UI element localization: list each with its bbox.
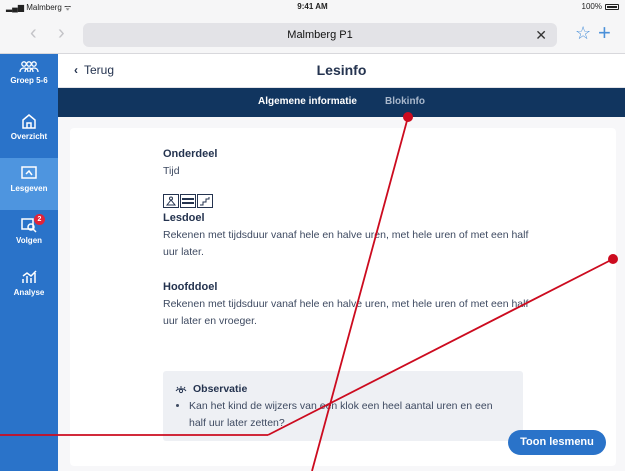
board-icon <box>21 166 37 179</box>
onderdeel-heading: Onderdeel <box>163 148 218 160</box>
group-icon <box>19 61 39 73</box>
observatie-box: Observatie Kan het kind de wijzers van e… <box>163 371 523 441</box>
star-icon[interactable]: ☆ <box>575 23 591 44</box>
tab-bar: Algemene informatie Blokinfo <box>58 88 625 117</box>
sidebar-item-volgen[interactable]: 2 Volgen <box>0 210 58 262</box>
sidebar-item-label: Lesgeven <box>10 184 48 193</box>
address-text: Malmberg P1 <box>287 29 353 41</box>
page-title: Lesinfo <box>316 62 367 78</box>
hoofddoel-heading: Hoofddoel <box>163 281 218 293</box>
notification-badge: 2 <box>34 214 45 225</box>
lesinfo-content: Onderdeel Tijd Lesdoel Rekenen met tijds… <box>163 146 533 330</box>
sidebar-item-label: Overzicht <box>10 132 48 141</box>
sidebar-item-overzicht[interactable]: Overzicht <box>0 106 58 158</box>
close-icon[interactable]: ✕ <box>535 23 547 47</box>
observatie-list: Kan het kind de wijzers van een klok een… <box>175 398 511 432</box>
browser-toolbar: ‹ › Malmberg P1 ✕ ☆ + <box>0 14 625 54</box>
page-header: Lesinfo ‹ Terug <box>58 54 625 88</box>
onderdeel-value: Tijd <box>163 165 180 177</box>
hoofddoel-text: Rekenen met tijdsduur vanaf hele en halv… <box>163 298 529 327</box>
lesdoel-heading: Lesdoel <box>163 212 205 224</box>
back-button[interactable]: ‹ Terug <box>74 63 114 77</box>
lines-icon <box>180 194 196 208</box>
home-icon <box>22 114 36 129</box>
sidebar-item-lesgeven[interactable]: Lesgeven <box>0 158 58 210</box>
tab-algemene-informatie[interactable]: Algemene informatie <box>258 96 357 107</box>
sidebar: Groep 5-6 Overzicht Lesgeven 2 Volgen An… <box>0 54 58 471</box>
list-item: Kan het kind de wijzers van een klok een… <box>189 398 511 432</box>
sidebar-item-label: Volgen <box>15 236 43 245</box>
observatie-title: Observatie <box>175 381 511 398</box>
browser-forward-icon[interactable]: › <box>58 22 65 45</box>
address-bar[interactable]: Malmberg P1 ✕ <box>83 23 557 47</box>
chevron-left-icon: ‹ <box>74 63 78 77</box>
person-icon <box>163 194 179 208</box>
stairs-icon <box>197 194 213 208</box>
lesdoel-text: Rekenen met tijdsduur vanaf hele en halv… <box>163 229 529 258</box>
battery-icon <box>605 3 619 10</box>
sidebar-item-groep[interactable]: Groep 5-6 <box>0 54 58 106</box>
chart-icon <box>22 270 37 283</box>
sidebar-item-label: Analyse <box>13 288 45 297</box>
browser-back-icon[interactable]: ‹ <box>30 22 37 45</box>
battery-indicator: 100% <box>582 2 619 11</box>
lesdoel-icons <box>163 194 533 208</box>
eye-icon <box>175 385 187 393</box>
status-time: 9:41 AM <box>297 2 328 11</box>
sidebar-item-label: Groep 5-6 <box>10 76 48 85</box>
content-card: Onderdeel Tijd Lesdoel Rekenen met tijds… <box>70 128 616 466</box>
tab-blokinfo[interactable]: Blokinfo <box>385 96 425 107</box>
toon-lesmenu-button[interactable]: Toon lesmenu <box>508 430 606 455</box>
plus-icon[interactable]: + <box>598 20 611 46</box>
sidebar-item-analyse[interactable]: Analyse <box>0 262 58 314</box>
status-bar: ▂▄▆ Malmberg ᯤ 9:41 AM 100% <box>0 0 625 14</box>
